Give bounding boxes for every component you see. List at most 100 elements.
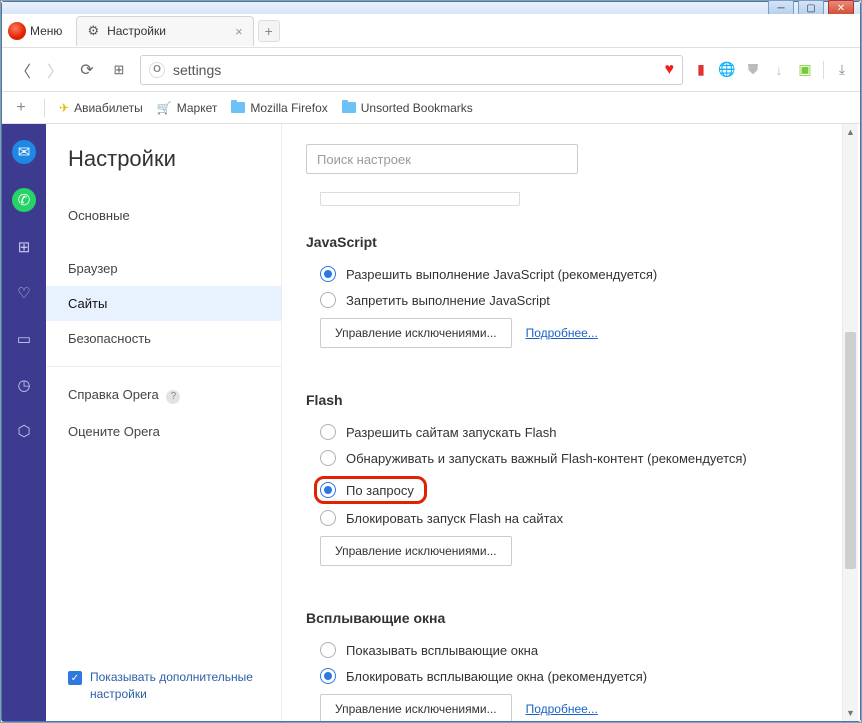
- bookmark-folder-mozilla[interactable]: Mozilla Firefox: [231, 101, 327, 115]
- forward-button[interactable]: 〉: [44, 59, 66, 81]
- radio-icon: [320, 424, 336, 440]
- new-tab-button[interactable]: +: [258, 20, 280, 42]
- extension-icons: ▮ 🌐 ⛊ ↓ ▣ ⤓: [693, 61, 850, 79]
- radio-label: Обнаруживать и запускать важный Flash-ко…: [346, 451, 747, 466]
- radio-popups-block[interactable]: Блокировать всплывающие окна (рекомендуе…: [306, 668, 860, 684]
- extensions-rail-icon[interactable]: ⬡: [13, 420, 35, 442]
- downloads-button[interactable]: ⤓: [834, 62, 850, 78]
- back-button[interactable]: 〈: [12, 59, 34, 81]
- speed-dial-rail-icon[interactable]: ⊞: [13, 236, 35, 258]
- more-link[interactable]: Подробнее...: [526, 702, 598, 716]
- separator: [823, 61, 824, 79]
- radio-icon: [320, 668, 336, 684]
- radio-label: Блокировать запуск Flash на сайтах: [346, 511, 563, 526]
- extension-icon-globe[interactable]: 🌐: [719, 62, 735, 78]
- checkbox-checked-icon: ✓: [68, 671, 82, 685]
- bookmark-aviabilety[interactable]: ✈ Авиабилеты: [59, 101, 143, 115]
- bookmark-market[interactable]: 🛒 Маркет: [157, 101, 218, 115]
- nav-sites[interactable]: Сайты: [46, 286, 281, 321]
- scroll-thumb[interactable]: [845, 332, 856, 569]
- section-flash: Flash Разрешить сайтам запускать Flash О…: [306, 392, 860, 566]
- radio-js-allow[interactable]: Разрешить выполнение JavaScript (рекомен…: [306, 266, 860, 282]
- bookmark-label: Mozilla Firefox: [250, 101, 327, 115]
- manage-exceptions-button[interactable]: Управление исключениями...: [320, 694, 512, 721]
- tab-close-button[interactable]: ×: [235, 24, 243, 39]
- radio-flash-block[interactable]: Блокировать запуск Flash на сайтах: [306, 510, 860, 526]
- radio-label: Разрешить выполнение JavaScript (рекомен…: [346, 267, 657, 282]
- radio-label: Показывать всплывающие окна: [346, 643, 538, 658]
- scroll-up-icon[interactable]: ▲: [843, 124, 858, 140]
- window-frame: ─ ▢ ✕ Меню ⚙ Настройки × + 〈 〉 ⟳ ⊞ O ♥ ▮…: [1, 1, 861, 722]
- bookmark-folder-unsorted[interactable]: Unsorted Bookmarks: [342, 101, 473, 115]
- manage-exceptions-button[interactable]: Управление исключениями...: [320, 536, 512, 566]
- cart-icon: 🛒: [157, 101, 172, 115]
- more-link[interactable]: Подробнее...: [526, 326, 598, 340]
- nav-help-label: Справка Opera: [68, 387, 159, 402]
- nav-help[interactable]: Справка Opera ?: [46, 377, 281, 414]
- partial-section-bottom: [320, 192, 520, 206]
- download-arrow-icon[interactable]: ↓: [771, 62, 787, 78]
- add-bookmark-button[interactable]: +: [12, 99, 30, 117]
- radio-label: Запретить выполнение JavaScript: [346, 293, 550, 308]
- nav-browser[interactable]: Браузер: [46, 251, 281, 286]
- speed-dial-button[interactable]: ⊞: [108, 59, 130, 81]
- radio-icon[interactable]: [320, 482, 336, 498]
- messenger-icon[interactable]: ✉: [12, 140, 36, 164]
- extension-icon-android[interactable]: ▣: [797, 62, 813, 78]
- section-popups: Всплывающие окна Показывать всплывающие …: [306, 610, 860, 721]
- window-titlebar: ─ ▢ ✕: [2, 2, 860, 14]
- news-rail-icon[interactable]: ▭: [13, 328, 35, 350]
- bookmark-heart-icon[interactable]: ♥: [665, 61, 675, 79]
- advanced-settings-label: Показывать дополнительные настройки: [90, 669, 260, 703]
- tab-settings[interactable]: ⚙ Настройки ×: [76, 16, 253, 46]
- tab-strip: Меню ⚙ Настройки × +: [2, 14, 860, 48]
- address-bar: 〈 〉 ⟳ ⊞ O ♥ ▮ 🌐 ⛊ ↓ ▣ ⤓: [2, 48, 860, 92]
- nav-basic[interactable]: Основные: [46, 198, 281, 233]
- radio-icon: [320, 510, 336, 526]
- reload-button[interactable]: ⟳: [76, 59, 98, 81]
- settings-search-input[interactable]: [306, 144, 578, 174]
- radio-flash-on-request[interactable]: По запросу: [346, 483, 414, 498]
- bookmark-label: Unsorted Bookmarks: [361, 101, 473, 115]
- tab-title: Настройки: [107, 24, 227, 38]
- radio-popups-show[interactable]: Показывать всплывающие окна: [306, 642, 860, 658]
- address-field[interactable]: O ♥: [140, 55, 683, 85]
- opera-logo-icon[interactable]: [8, 22, 26, 40]
- main-menu-button[interactable]: Меню: [30, 24, 62, 38]
- radio-js-block[interactable]: Запретить выполнение JavaScript: [306, 292, 860, 308]
- folder-icon: [231, 102, 245, 113]
- radio-icon: [320, 642, 336, 658]
- advanced-settings-checkbox[interactable]: ✓ Показывать дополнительные настройки: [68, 669, 260, 703]
- gear-icon: ⚙: [87, 23, 99, 39]
- extension-icon-shield[interactable]: ⛊: [745, 62, 761, 78]
- history-rail-icon[interactable]: ◷: [13, 374, 35, 396]
- help-icon: ?: [166, 390, 180, 404]
- scrollbar[interactable]: ▲ ▼: [842, 124, 858, 721]
- whatsapp-icon[interactable]: ✆: [12, 188, 36, 212]
- bookmark-bar: + ✈ Авиабилеты 🛒 Маркет Mozilla Firefox …: [2, 92, 860, 124]
- main-settings-pane: JavaScript Разрешить выполнение JavaScri…: [282, 124, 860, 721]
- scroll-track[interactable]: [845, 140, 856, 705]
- separator: [44, 99, 45, 117]
- radio-label: Блокировать всплывающие окна (рекомендуе…: [346, 669, 647, 684]
- nav-rate[interactable]: Оцените Opera: [46, 414, 281, 449]
- manage-exceptions-button[interactable]: Управление исключениями...: [320, 318, 512, 348]
- radio-flash-detect[interactable]: Обнаруживать и запускать важный Flash-ко…: [306, 450, 860, 466]
- heart-rail-icon[interactable]: ♡: [13, 282, 35, 304]
- bookmark-label: Маркет: [177, 101, 218, 115]
- section-title: Всплывающие окна: [306, 610, 860, 626]
- extension-icon-1[interactable]: ▮: [693, 62, 709, 78]
- highlight-annotation: По запросу: [314, 476, 427, 504]
- section-title: Flash: [306, 392, 860, 408]
- folder-icon: [342, 102, 356, 113]
- address-input[interactable]: [173, 62, 657, 78]
- radio-flash-allow[interactable]: Разрешить сайтам запускать Flash: [306, 424, 860, 440]
- nav-security[interactable]: Безопасность: [46, 321, 281, 356]
- scroll-down-icon[interactable]: ▼: [843, 705, 858, 721]
- radio-icon: [320, 450, 336, 466]
- section-javascript: JavaScript Разрешить выполнение JavaScri…: [306, 234, 860, 348]
- bookmark-label: Авиабилеты: [74, 101, 143, 115]
- radio-icon: [320, 292, 336, 308]
- opera-page-icon: O: [149, 62, 165, 78]
- settings-title: Настройки: [46, 146, 281, 194]
